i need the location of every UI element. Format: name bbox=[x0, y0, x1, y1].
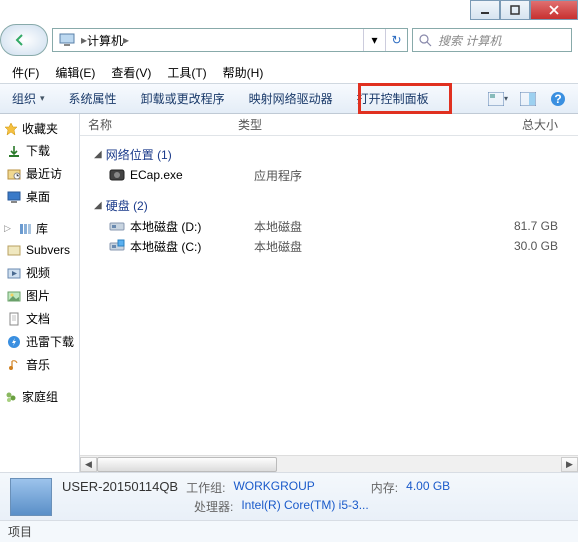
body-area: 收藏夹 下载 最近访 桌面 ▷ 库 Subvers 视频 图片 文档 迅雷下载 … bbox=[0, 114, 578, 472]
content-pane: 名称 类型 总大小 ◢ 网络位置 (1) ECap.exe 应用程序 ◢ 硬盘 … bbox=[80, 114, 578, 472]
preview-pane-button[interactable] bbox=[518, 89, 538, 109]
address-dropdown[interactable]: ▾ bbox=[363, 29, 385, 51]
computer-icon bbox=[53, 29, 81, 51]
scroll-thumb[interactable] bbox=[97, 457, 277, 472]
cpu-value: Intel(R) Core(TM) i5-3... bbox=[241, 498, 368, 515]
sidebar-item-pictures[interactable]: 图片 bbox=[4, 284, 79, 307]
sidebar-item-documents[interactable]: 文档 bbox=[4, 307, 79, 330]
search-input[interactable]: 搜索 计算机 bbox=[412, 28, 572, 52]
list-item[interactable]: 本地磁盘 (C:) 本地磁盘 30.0 GB bbox=[80, 236, 578, 256]
sidebar-item-desktop[interactable]: 桌面 bbox=[4, 185, 79, 208]
open-control-panel-button[interactable]: 打开控制面板 bbox=[345, 84, 441, 113]
navigation-bar: ▸ 计算机 ▸ ▾ ↻ 搜索 计算机 bbox=[0, 24, 578, 56]
memory-value: 4.00 GB bbox=[406, 479, 450, 496]
uninstall-programs-button[interactable]: 卸载或更改程序 bbox=[129, 84, 237, 113]
item-type: 应用程序 bbox=[254, 167, 404, 184]
expand-icon: ▷ bbox=[4, 223, 14, 234]
organize-button[interactable]: 组织 bbox=[0, 84, 57, 113]
item-type: 本地磁盘 bbox=[254, 238, 404, 255]
menu-bar: 件(F) 编辑(E) 查看(V) 工具(T) 帮助(H) bbox=[0, 62, 578, 84]
library-icon bbox=[18, 222, 32, 236]
cpu-label: 处理器: bbox=[194, 498, 233, 515]
recent-icon bbox=[6, 166, 22, 182]
help-button[interactable]: ? bbox=[548, 89, 568, 109]
sidebar-homegroup[interactable]: 家庭组 bbox=[4, 386, 79, 407]
item-type: 本地磁盘 bbox=[254, 218, 404, 235]
minimize-button[interactable] bbox=[470, 0, 500, 20]
breadcrumb-computer[interactable]: 计算机 bbox=[87, 32, 123, 49]
sidebar-favorites[interactable]: 收藏夹 bbox=[4, 118, 79, 139]
document-icon bbox=[6, 311, 22, 327]
column-totalsize[interactable]: 总大小 bbox=[380, 116, 578, 133]
close-button[interactable] bbox=[530, 0, 578, 20]
map-network-drive-button[interactable]: 映射网络驱动器 bbox=[237, 84, 345, 113]
workgroup-value: WORKGROUP bbox=[233, 479, 314, 496]
search-icon bbox=[419, 34, 432, 47]
menu-tools[interactable]: 工具(T) bbox=[161, 62, 212, 83]
column-headers: 名称 类型 总大小 bbox=[80, 114, 578, 136]
sidebar-libraries[interactable]: ▷ 库 bbox=[4, 218, 79, 239]
horizontal-scrollbar[interactable]: ◀ ▶ bbox=[80, 455, 578, 472]
disk-icon bbox=[108, 218, 126, 234]
view-options-button[interactable]: ▾ bbox=[488, 89, 508, 109]
scroll-right-button[interactable]: ▶ bbox=[561, 457, 578, 472]
item-name: ECap.exe bbox=[130, 168, 254, 182]
music-icon bbox=[6, 357, 22, 373]
sidebar-item-subversion[interactable]: Subvers bbox=[4, 239, 79, 261]
status-bar: 项目 bbox=[0, 520, 578, 542]
scroll-left-button[interactable]: ◀ bbox=[80, 457, 97, 472]
address-bar[interactable]: ▸ 计算机 ▸ ▾ ↻ bbox=[52, 28, 408, 52]
maximize-button[interactable] bbox=[500, 0, 530, 20]
group-hard-drives[interactable]: ◢ 硬盘 (2) bbox=[80, 193, 578, 216]
status-label: 项目 bbox=[8, 523, 32, 540]
list-item[interactable]: 本地磁盘 (D:) 本地磁盘 81.7 GB bbox=[80, 216, 578, 236]
computer-thumbnail bbox=[10, 478, 52, 516]
details-pane: USER-20150114QB 工作组: WORKGROUP 内存: 4.00 … bbox=[0, 472, 578, 520]
computer-name: USER-20150114QB bbox=[62, 479, 178, 496]
system-properties-button[interactable]: 系统属性 bbox=[57, 84, 129, 113]
item-size: 30.0 GB bbox=[404, 239, 578, 253]
item-name: 本地磁盘 (D:) bbox=[130, 218, 254, 235]
desktop-icon bbox=[6, 189, 22, 205]
picture-icon bbox=[6, 288, 22, 304]
scroll-track[interactable] bbox=[97, 457, 561, 472]
menu-file[interactable]: 件(F) bbox=[6, 62, 45, 83]
sidebar-item-recent[interactable]: 最近访 bbox=[4, 162, 79, 185]
sidebar-item-videos[interactable]: 视频 bbox=[4, 261, 79, 284]
video-icon bbox=[6, 265, 22, 281]
exe-icon bbox=[108, 167, 126, 183]
column-type[interactable]: 类型 bbox=[230, 116, 380, 133]
toolbar: 组织 系统属性 卸载或更改程序 映射网络驱动器 打开控制面板 ▾ ? bbox=[0, 84, 578, 114]
file-list: ◢ 网络位置 (1) ECap.exe 应用程序 ◢ 硬盘 (2) 本地磁盘 (… bbox=[80, 136, 578, 455]
memory-label: 内存: bbox=[371, 479, 398, 496]
sidebar-item-downloads[interactable]: 下载 bbox=[4, 139, 79, 162]
search-placeholder: 搜索 计算机 bbox=[438, 32, 501, 49]
menu-edit[interactable]: 编辑(E) bbox=[49, 62, 101, 83]
refresh-button[interactable]: ↻ bbox=[385, 29, 407, 51]
navigation-pane: 收藏夹 下载 最近访 桌面 ▷ 库 Subvers 视频 图片 文档 迅雷下载 … bbox=[0, 114, 80, 472]
homegroup-icon bbox=[4, 390, 18, 404]
window-controls bbox=[470, 0, 578, 20]
item-size: 81.7 GB bbox=[404, 219, 578, 233]
download-icon bbox=[6, 143, 22, 159]
group-network-location[interactable]: ◢ 网络位置 (1) bbox=[80, 142, 578, 165]
collapse-icon: ◢ bbox=[94, 200, 102, 211]
back-forward-buttons[interactable] bbox=[0, 24, 48, 56]
system-disk-icon bbox=[108, 238, 126, 254]
sidebar-item-music[interactable]: 音乐 bbox=[4, 353, 79, 376]
svn-icon bbox=[6, 242, 22, 258]
svg-text:?: ? bbox=[554, 92, 561, 106]
star-icon bbox=[4, 122, 18, 136]
breadcrumb-separator: ▸ bbox=[123, 33, 129, 47]
menu-view[interactable]: 查看(V) bbox=[105, 62, 157, 83]
workgroup-label: 工作组: bbox=[186, 479, 225, 496]
item-name: 本地磁盘 (C:) bbox=[130, 238, 254, 255]
column-name[interactable]: 名称 bbox=[80, 116, 230, 133]
menu-help[interactable]: 帮助(H) bbox=[217, 62, 270, 83]
collapse-icon: ◢ bbox=[94, 149, 102, 160]
thunder-icon bbox=[6, 334, 22, 350]
list-item[interactable]: ECap.exe 应用程序 bbox=[80, 165, 578, 185]
sidebar-item-thunder[interactable]: 迅雷下载 bbox=[4, 330, 79, 353]
